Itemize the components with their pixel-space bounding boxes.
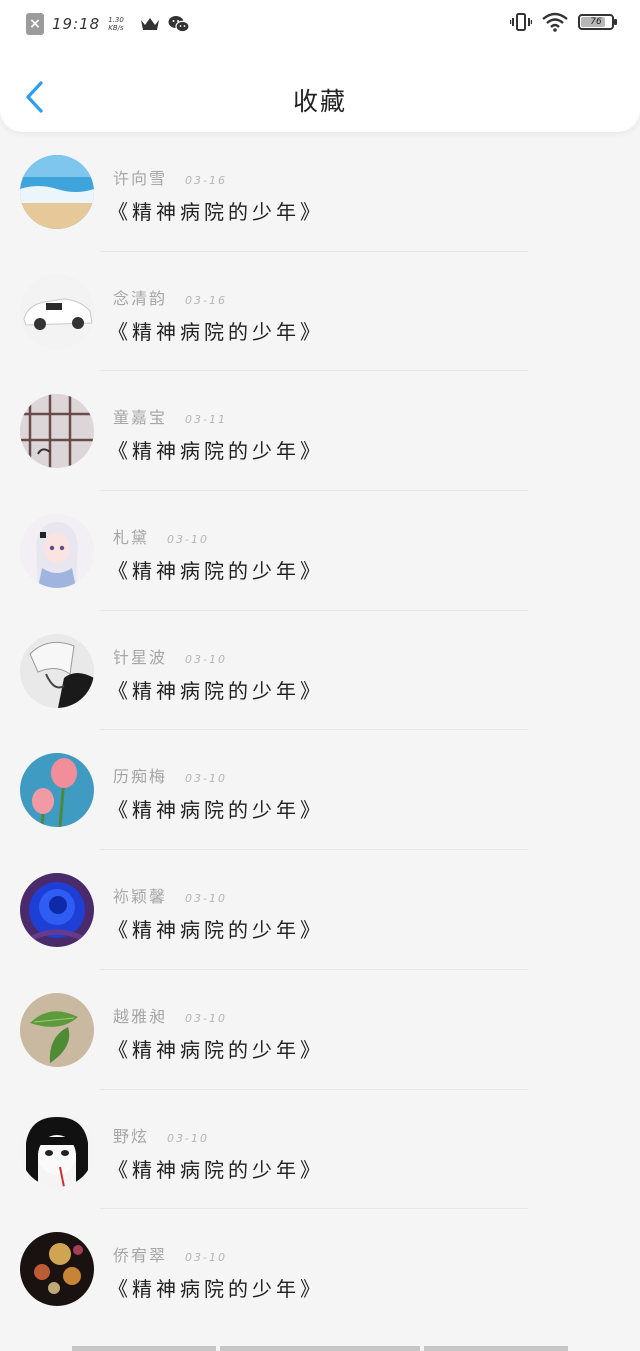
status-time: 19:18 <box>52 15 101 33</box>
book-title: 《精神病院的少年》 <box>108 559 324 584</box>
battery-icon: 76 <box>578 14 617 30</box>
book-title: 《精神病院的少年》 <box>108 678 324 703</box>
network-speed-unit: KB/s <box>108 24 124 32</box>
user-name: 侨宥翠 <box>113 1246 168 1266</box>
status-bar: × 19:18 1.30 KB/s 76 <box>0 0 640 50</box>
favorite-meta: 札黛 03-10 <box>113 524 209 548</box>
favorite-meta: 野炫 03-10 <box>113 1123 209 1147</box>
status-left: × 19:18 1.30 KB/s <box>26 13 190 35</box>
favorite-date: 03-10 <box>185 1251 227 1265</box>
favorite-meta: 许向雪 03-16 <box>113 165 227 189</box>
network-speed-value: 1.30 <box>108 16 124 24</box>
favorite-item[interactable]: 札黛 03-10 《精神病院的少年》 <box>0 491 640 611</box>
status-right: 76 <box>510 12 617 32</box>
book-title: 《精神病院的少年》 <box>108 1037 324 1062</box>
favorite-meta: 袮颖馨 03-10 <box>113 883 227 907</box>
page-title: 收藏 <box>292 87 347 116</box>
header: × 19:18 1.30 KB/s 76 收藏 <box>0 0 640 132</box>
user-name: 历痴梅 <box>113 767 168 787</box>
user-name: 童嘉宝 <box>113 408 168 428</box>
favorite-item[interactable]: 历痴梅 03-10 《精神病院的少年》 <box>0 730 640 851</box>
favorite-meta: 历痴梅 03-10 <box>113 763 227 787</box>
vibrate-icon <box>510 13 532 31</box>
avatar[interactable] <box>20 514 94 589</box>
avatar[interactable] <box>20 1232 94 1307</box>
favorite-meta: 童嘉宝 03-11 <box>113 404 227 428</box>
avatar[interactable] <box>20 992 94 1067</box>
avatar[interactable] <box>20 633 94 708</box>
crown-icon <box>140 18 159 30</box>
favorite-item[interactable]: 袮颖馨 03-10 《精神病院的少年》 <box>0 850 640 970</box>
bottom-strip <box>72 1346 568 1351</box>
favorite-item[interactable]: 针星波 03-10 《精神病院的少年》 <box>0 611 640 731</box>
book-title: 《精神病院的少年》 <box>108 439 324 464</box>
favorite-meta: 越雅昶 03-10 <box>113 1003 227 1027</box>
user-name: 许向雪 <box>113 169 168 188</box>
avatar[interactable] <box>20 753 94 828</box>
close-box-icon: × <box>26 13 44 35</box>
favorite-meta: 针星波 03-10 <box>113 644 227 668</box>
favorite-date: 03-11 <box>185 413 227 427</box>
favorite-date: 03-10 <box>167 1131 209 1145</box>
favorite-item[interactable]: 侨宥翠 03-10 《精神病院的少年》 <box>0 1209 640 1329</box>
book-title: 《精神病院的少年》 <box>108 200 324 224</box>
user-name: 野炫 <box>113 1126 150 1146</box>
favorite-item[interactable]: 童嘉宝 03-11 《精神病院的少年》 <box>0 371 640 492</box>
book-title: 《精神病院的少年》 <box>108 1157 324 1182</box>
favorite-date: 03-16 <box>185 174 227 187</box>
favorite-date: 03-10 <box>167 533 209 547</box>
book-title: 《精神病院的少年》 <box>108 798 324 823</box>
user-name: 札黛 <box>113 528 150 548</box>
network-speed: 1.30 KB/s <box>108 16 124 32</box>
favorite-date: 03-10 <box>185 652 227 666</box>
favorite-date: 03-10 <box>185 1011 227 1025</box>
avatar[interactable] <box>20 394 94 469</box>
favorite-item[interactable]: 越雅昶 03-10 《精神病院的少年》 <box>0 970 640 1090</box>
user-name: 针星波 <box>113 647 168 667</box>
favorite-item[interactable]: 念清韵 03-16 《精神病院的少年》 <box>0 252 640 372</box>
book-title: 《精神病院的少年》 <box>108 319 324 344</box>
user-name: 念清韵 <box>113 288 168 308</box>
favorite-item[interactable]: 野炫 03-10 《精神病院的少年》 <box>0 1090 640 1210</box>
wechat-icon <box>168 16 190 33</box>
user-name: 越雅昶 <box>113 1006 168 1026</box>
avatar[interactable] <box>20 1112 94 1187</box>
favorite-date: 03-10 <box>185 892 227 906</box>
avatar[interactable] <box>20 274 94 349</box>
book-title: 《精神病院的少年》 <box>108 1277 324 1302</box>
book-title: 《精神病院的少年》 <box>108 918 324 943</box>
favorite-meta: 念清韵 03-16 <box>113 285 227 309</box>
avatar[interactable] <box>20 155 94 229</box>
user-name: 袮颖馨 <box>113 887 168 907</box>
favorite-meta: 侨宥翠 03-10 <box>113 1242 227 1266</box>
avatar[interactable] <box>20 873 94 948</box>
favorite-item[interactable]: 许向雪 03-16 《精神病院的少年》 <box>0 132 640 252</box>
favorite-date: 03-10 <box>185 772 227 786</box>
favorites-list: 许向雪 03-16 《精神病院的少年》 念清韵 03-16 《精神病院的少年》 <box>0 132 640 1329</box>
wifi-icon <box>542 12 568 32</box>
battery-level: 76 <box>590 17 602 27</box>
favorite-date: 03-16 <box>185 293 227 307</box>
